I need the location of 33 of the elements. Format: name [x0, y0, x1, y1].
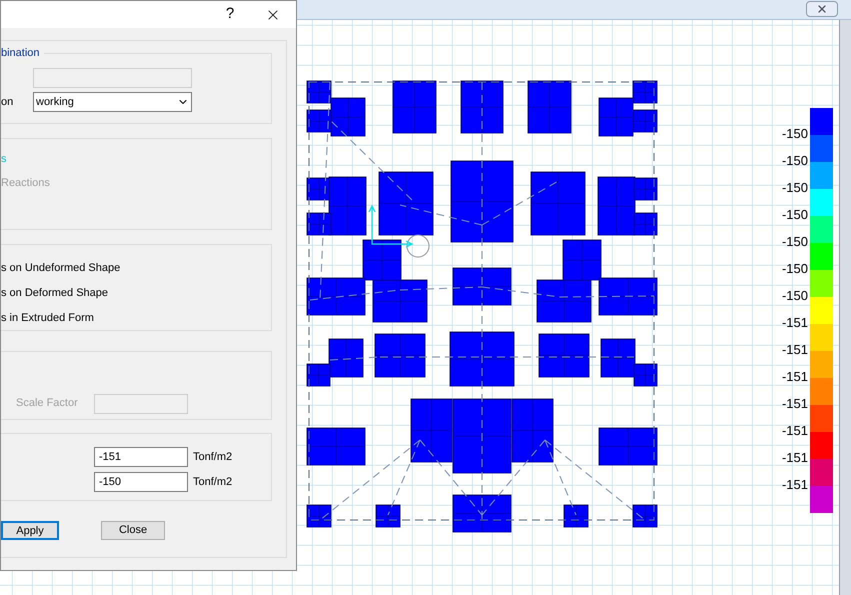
dialog-button[interactable]: Apply — [1, 521, 59, 540]
legend-label: -150 — [782, 260, 808, 278]
field-label: Scale Factor — [16, 396, 79, 412]
dialog-button[interactable]: Close — [101, 521, 165, 540]
legend-label: -151 — [782, 314, 808, 332]
legend-label: -151 — [782, 341, 808, 359]
legend-label: -151 — [782, 449, 808, 467]
legend-label: -150 — [782, 179, 808, 197]
legend-label: -151 — [782, 422, 808, 440]
unit-label: Tonf/m2 — [193, 474, 232, 490]
axis-drawing — [368, 204, 430, 258]
legend-label: -150 — [782, 233, 808, 251]
legend-label: -151 — [782, 395, 808, 413]
close-icon — [816, 3, 828, 15]
option-label: Reactions — [1, 176, 50, 190]
close-button[interactable] — [806, 1, 838, 17]
unit-label: Tonf/m2 — [193, 450, 232, 465]
input-field[interactable]: -150 — [94, 472, 188, 492]
legend-label: -150 — [782, 152, 808, 170]
group-title: s — [1, 152, 6, 166]
help-button[interactable]: ? — [210, 1, 250, 28]
option-label: s in Extruded Form — [1, 311, 94, 325]
legend-label: -150 — [782, 206, 808, 224]
legend-label: -150 — [782, 287, 808, 305]
legend-label: -150 — [782, 125, 808, 143]
legend-label: -151 — [782, 368, 808, 386]
option-label: s on Deformed Shape — [1, 286, 108, 300]
input-field[interactable]: -151 — [94, 447, 188, 467]
field-label: on — [1, 94, 14, 110]
input-field[interactable] — [94, 394, 188, 414]
combination-dropdown[interactable]: working — [33, 92, 192, 112]
legend-label: -151 — [782, 476, 808, 494]
option-label: s on Undeformed Shape — [1, 261, 120, 275]
